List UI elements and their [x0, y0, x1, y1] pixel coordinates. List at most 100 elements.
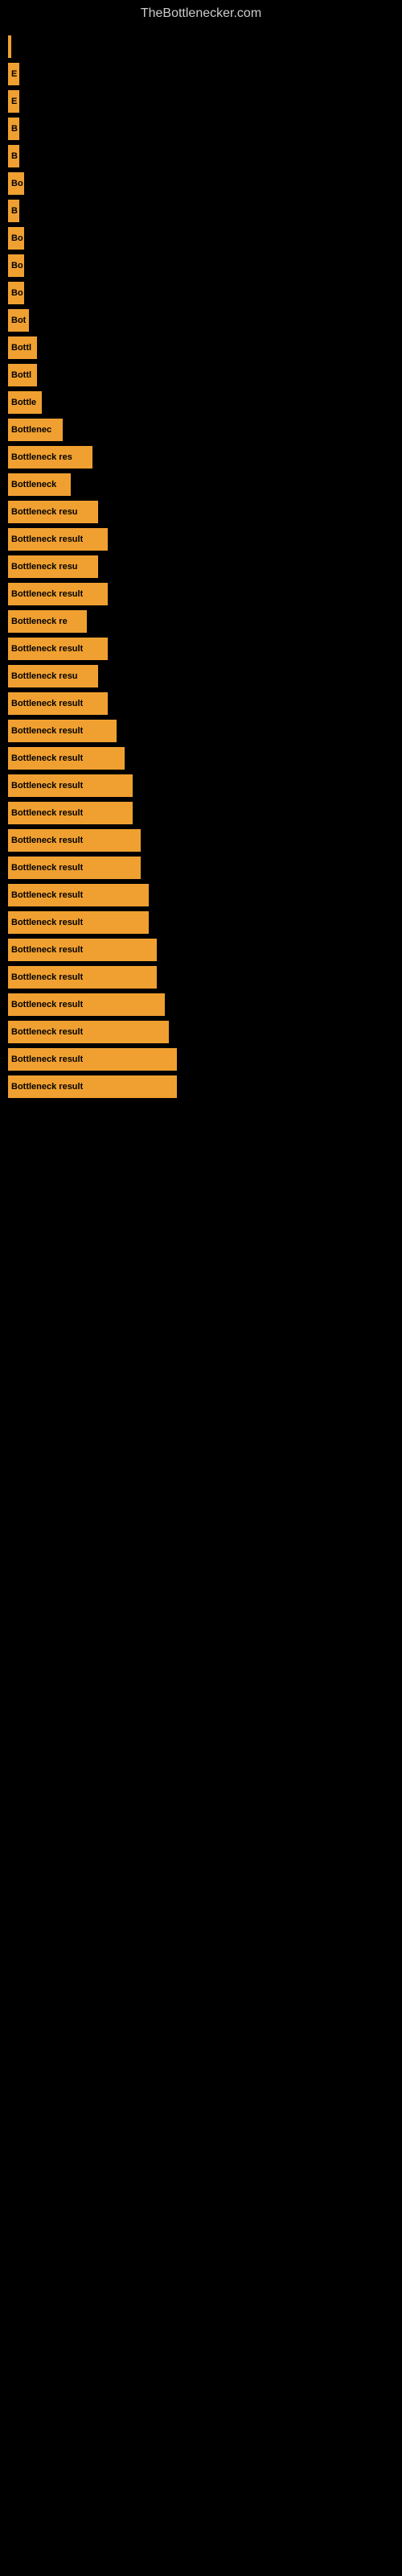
- bar-15: Bottlenec: [8, 419, 63, 441]
- bar-label-26: Bottleneck result: [11, 726, 83, 736]
- bar-row: Bottleneck re: [8, 610, 402, 633]
- bar-row: Bo: [8, 227, 402, 250]
- bar-label-11: Bot: [11, 316, 26, 325]
- bar-label-15: Bottlenec: [11, 425, 51, 435]
- bar-row: B: [8, 118, 402, 140]
- bar-label-31: Bottleneck result: [11, 863, 83, 873]
- bar-39: Bottleneck result: [8, 1075, 177, 1098]
- bar-label-25: Bottleneck result: [11, 699, 83, 708]
- bar-31: Bottleneck result: [8, 857, 141, 879]
- bar-label-13: Bottl: [11, 370, 31, 380]
- bar-row: Bottleneck result: [8, 939, 402, 961]
- bar-label-7: B: [11, 206, 18, 216]
- bar-row: Bottleneck resu: [8, 501, 402, 523]
- bar-row: Bottle: [8, 391, 402, 414]
- bar-row: Bottleneck result: [8, 1048, 402, 1071]
- bar-label-22: Bottleneck re: [11, 617, 68, 626]
- bar-row: Bottleneck result: [8, 1075, 402, 1098]
- bar-32: Bottleneck result: [8, 884, 149, 906]
- bar-row: Bottleneck result: [8, 720, 402, 742]
- bar-label-32: Bottleneck result: [11, 890, 83, 900]
- bar-9: Bo: [8, 254, 24, 277]
- site-title: TheBottlenecker.com: [0, 0, 402, 27]
- bar-label-17: Bottleneck: [11, 480, 56, 489]
- bar-row: E: [8, 90, 402, 113]
- bar-30: Bottleneck result: [8, 829, 141, 852]
- bar-27: Bottleneck result: [8, 747, 125, 770]
- bar-label-34: Bottleneck result: [11, 945, 83, 955]
- bar-23: Bottleneck result: [8, 638, 108, 660]
- bar-8: Bo: [8, 227, 24, 250]
- bar-3: E: [8, 90, 19, 113]
- bar-label-30: Bottleneck result: [11, 836, 83, 845]
- bar-36: Bottleneck result: [8, 993, 165, 1016]
- bar-row: Bottleneck resu: [8, 555, 402, 578]
- bar-label-3: E: [11, 97, 17, 106]
- bar-row: Bottleneck result: [8, 884, 402, 906]
- bar-1: [8, 35, 11, 58]
- bar-row: Bottleneck result: [8, 638, 402, 660]
- bar-11: Bot: [8, 309, 29, 332]
- bar-14: Bottle: [8, 391, 42, 414]
- bar-row: Bottleneck resu: [8, 665, 402, 687]
- bar-row: E: [8, 63, 402, 85]
- bar-4: B: [8, 118, 19, 140]
- bar-label-18: Bottleneck resu: [11, 507, 78, 517]
- bar-22: Bottleneck re: [8, 610, 87, 633]
- bar-label-8: Bo: [11, 233, 23, 243]
- bar-row: B: [8, 145, 402, 167]
- bar-38: Bottleneck result: [8, 1048, 177, 1071]
- bar-label-28: Bottleneck result: [11, 781, 83, 791]
- bar-label-12: Bottl: [11, 343, 31, 353]
- bar-10: Bo: [8, 282, 24, 304]
- bar-row: [8, 35, 402, 58]
- bar-33: Bottleneck result: [8, 911, 149, 934]
- bar-row: Bottlenec: [8, 419, 402, 441]
- bar-label-27: Bottleneck result: [11, 753, 83, 763]
- bar-17: Bottleneck: [8, 473, 71, 496]
- bars-container: E E B B Bo B Bo Bo Bo Bot Bottl Bottl Bottle Bottlene…: [0, 27, 402, 1111]
- bar-row: Bot: [8, 309, 402, 332]
- bar-row: Bottleneck result: [8, 911, 402, 934]
- bar-label-36: Bottleneck result: [11, 1000, 83, 1009]
- bar-29: Bottleneck result: [8, 802, 133, 824]
- bar-5: B: [8, 145, 19, 167]
- bar-label-5: B: [11, 151, 18, 161]
- bar-label-29: Bottleneck result: [11, 808, 83, 818]
- bar-24: Bottleneck resu: [8, 665, 98, 687]
- bar-row: Bottleneck result: [8, 774, 402, 797]
- bar-row: Bottleneck result: [8, 747, 402, 770]
- bar-label-37: Bottleneck result: [11, 1027, 83, 1037]
- bar-row: Bottleneck result: [8, 966, 402, 989]
- bar-label-2: E: [11, 69, 17, 79]
- bar-label-6: Bo: [11, 179, 23, 188]
- bar-34: Bottleneck result: [8, 939, 157, 961]
- bar-row: Bo: [8, 172, 402, 195]
- bar-21: Bottleneck result: [8, 583, 108, 605]
- bar-row: Bo: [8, 254, 402, 277]
- bar-label-9: Bo: [11, 261, 23, 270]
- bar-row: Bottleneck: [8, 473, 402, 496]
- bar-7: B: [8, 200, 19, 222]
- bar-25: Bottleneck result: [8, 692, 108, 715]
- bar-label-24: Bottleneck resu: [11, 671, 78, 681]
- bar-16: Bottleneck res: [8, 446, 92, 469]
- bar-20: Bottleneck resu: [8, 555, 98, 578]
- bar-label-21: Bottleneck result: [11, 589, 83, 599]
- bar-row: Bottleneck result: [8, 1021, 402, 1043]
- bar-6: Bo: [8, 172, 24, 195]
- bar-label-16: Bottleneck res: [11, 452, 72, 462]
- bar-label-23: Bottleneck result: [11, 644, 83, 654]
- bar-row: B: [8, 200, 402, 222]
- bar-26: Bottleneck result: [8, 720, 117, 742]
- bar-row: Bottleneck res: [8, 446, 402, 469]
- bar-label-35: Bottleneck result: [11, 972, 83, 982]
- bar-row: Bottl: [8, 364, 402, 386]
- bar-label-14: Bottle: [11, 398, 36, 407]
- bar-label-33: Bottleneck result: [11, 918, 83, 927]
- bar-row: Bo: [8, 282, 402, 304]
- bar-label-10: Bo: [11, 288, 23, 298]
- bar-row: Bottleneck result: [8, 528, 402, 551]
- bar-35: Bottleneck result: [8, 966, 157, 989]
- bar-row: Bottleneck result: [8, 802, 402, 824]
